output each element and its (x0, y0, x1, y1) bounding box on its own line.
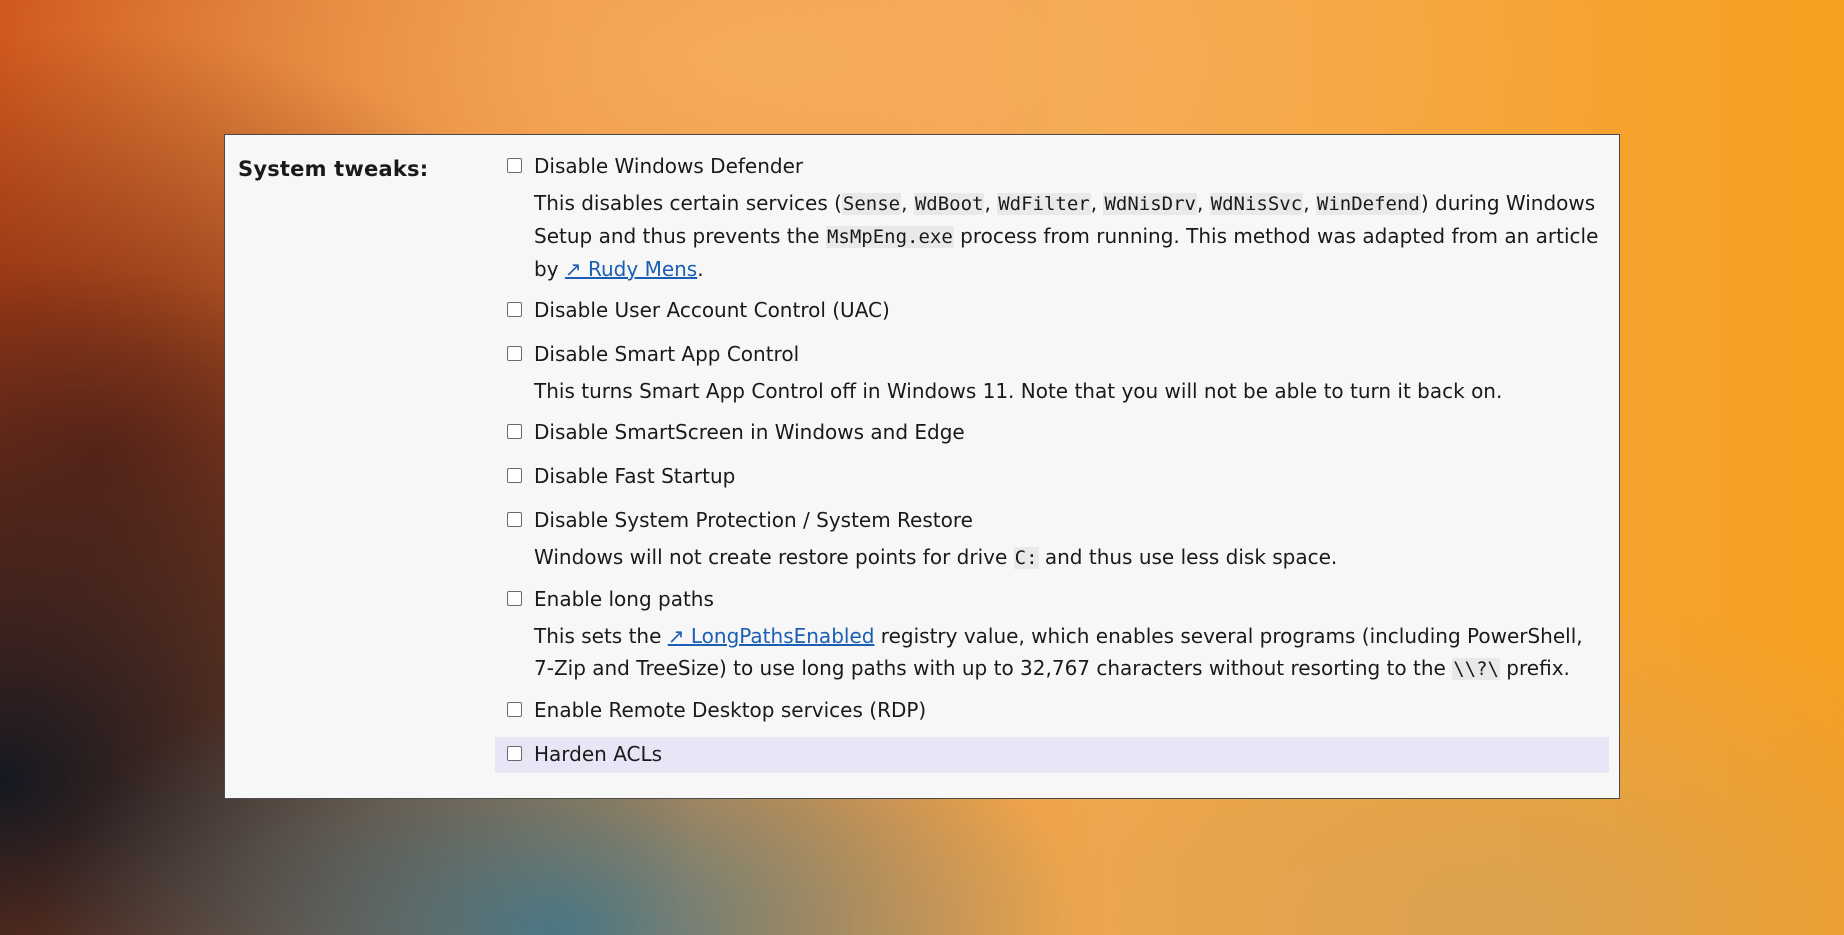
desc-text: and thus use less disk space. (1038, 545, 1338, 569)
option-disable-smart-app-control: Disable Smart App Control This turns Sma… (495, 337, 1609, 407)
harden-acls-checkbox[interactable] (507, 746, 522, 761)
desc-text: This disables certain services ( (534, 191, 842, 215)
section-label: System tweaks: (238, 157, 429, 181)
longpathsenabled-link[interactable]: ↗ LongPathsEnabled (668, 624, 875, 648)
option-label[interactable]: Disable Smart App Control (534, 340, 799, 368)
option-enable-rdp: Enable Remote Desktop services (RDP) (495, 693, 1609, 729)
settings-panel: System tweaks: Disable Windows Defender … (224, 134, 1620, 799)
option-disable-smartscreen: Disable SmartScreen in Windows and Edge (495, 415, 1609, 451)
code-wdnisdrv: WdNisDrv (1103, 193, 1197, 215)
enable-rdp-checkbox[interactable] (507, 702, 522, 717)
disable-windows-defender-checkbox[interactable] (507, 158, 522, 173)
code-prefix: \\?\ (1452, 658, 1500, 680)
code-wdboot: WdBoot (913, 193, 985, 215)
option-row[interactable]: Disable Windows Defender (495, 149, 1609, 185)
option-description: This turns Smart App Control off in Wind… (534, 379, 1503, 403)
desc-text: , (901, 191, 914, 215)
disable-uac-checkbox[interactable] (507, 302, 522, 317)
option-row[interactable]: Disable User Account Control (UAC) (495, 293, 1609, 329)
option-label[interactable]: Disable SmartScreen in Windows and Edge (534, 418, 965, 446)
option-row[interactable]: Enable long paths (495, 582, 1609, 618)
option-label[interactable]: Disable Fast Startup (534, 462, 735, 490)
desc-text: . (697, 257, 704, 281)
options-list: Disable Windows Defender This disables c… (495, 149, 1609, 781)
desc-text: , (1196, 191, 1210, 215)
code-wdfilter: WdFilter (997, 193, 1091, 215)
option-description: This disables certain services (Sense, W… (534, 185, 1609, 285)
code-msmpeng: MsMpEng.exe (825, 226, 954, 248)
option-row[interactable]: Disable System Protection / System Resto… (495, 503, 1609, 539)
disable-system-protection-checkbox[interactable] (507, 512, 522, 527)
code-windefend: WinDefend (1315, 193, 1421, 215)
desc-text: , (984, 191, 998, 215)
option-description: Windows will not create restore points f… (534, 539, 1609, 574)
desc-text: prefix. (1499, 656, 1570, 680)
disable-fast-startup-checkbox[interactable] (507, 468, 522, 483)
option-label[interactable]: Disable System Protection / System Resto… (534, 506, 973, 534)
option-label[interactable]: Enable Remote Desktop services (RDP) (534, 696, 926, 724)
option-label[interactable]: Harden ACLs (534, 740, 662, 768)
option-description: This sets the ↗ LongPathsEnabled registr… (534, 618, 1609, 685)
option-disable-system-protection: Disable System Protection / System Resto… (495, 503, 1609, 574)
option-row[interactable]: Disable Smart App Control (495, 337, 1609, 373)
option-disable-fast-startup: Disable Fast Startup (495, 459, 1609, 495)
desc-text: This sets the (534, 624, 668, 648)
option-harden-acls: Harden ACLs (495, 737, 1609, 773)
option-row[interactable]: Enable Remote Desktop services (RDP) (495, 693, 1609, 729)
option-disable-uac: Disable User Account Control (UAC) (495, 293, 1609, 329)
disable-smart-app-control-checkbox[interactable] (507, 346, 522, 361)
option-row[interactable]: Harden ACLs (495, 737, 1609, 773)
rudy-mens-link[interactable]: ↗ Rudy Mens (565, 257, 697, 281)
option-label[interactable]: Enable long paths (534, 585, 714, 613)
desc-text: , (1303, 191, 1316, 215)
option-label[interactable]: Disable User Account Control (UAC) (534, 296, 890, 324)
disable-smartscreen-checkbox[interactable] (507, 424, 522, 439)
option-row[interactable]: Disable Fast Startup (495, 459, 1609, 495)
code-drive: C: (1013, 547, 1039, 569)
enable-long-paths-checkbox[interactable] (507, 591, 522, 606)
option-label[interactable]: Disable Windows Defender (534, 152, 803, 180)
desc-text: , (1090, 191, 1104, 215)
code-sense: Sense (841, 193, 902, 215)
option-enable-long-paths: Enable long paths This sets the ↗ LongPa… (495, 582, 1609, 685)
option-disable-windows-defender: Disable Windows Defender This disables c… (495, 149, 1609, 285)
code-wdnissvc: WdNisSvc (1209, 193, 1304, 215)
desc-text: Windows will not create restore points f… (534, 545, 1014, 569)
option-row[interactable]: Disable SmartScreen in Windows and Edge (495, 415, 1609, 451)
